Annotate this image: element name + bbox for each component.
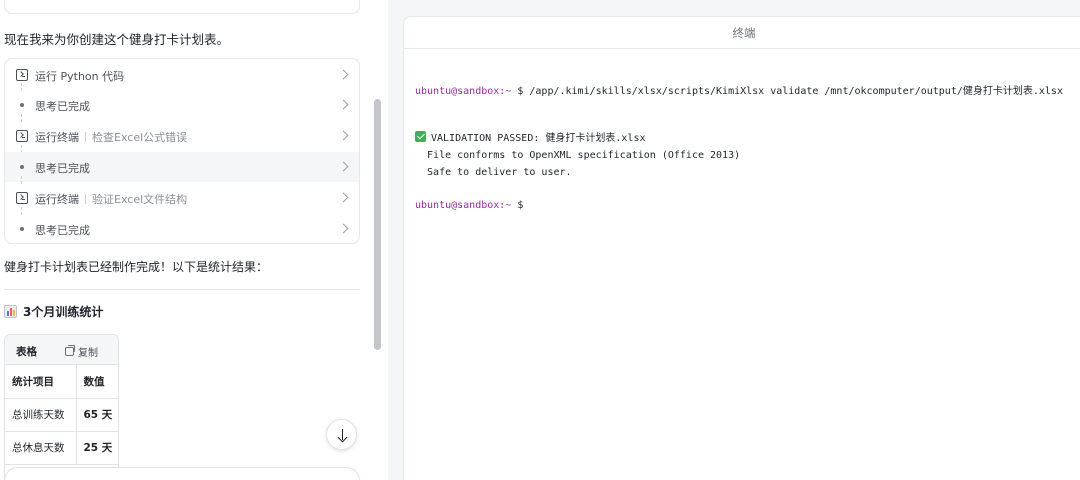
chat-input-box[interactable] [4,467,360,480]
dot-icon [20,103,24,107]
scrollbar-thumb[interactable] [374,99,381,350]
step-label: 思考已完成 [35,100,90,113]
chevron-right-icon [338,99,349,110]
bar-chart-icon [4,305,17,318]
chat-panel: 现在我来为你创建这个健身打卡计划表。 运行 Python 代码 思考已完成 运行… [0,0,388,480]
column-header: 数值 [76,365,118,399]
chevron-right-icon [338,69,349,80]
chevron-right-icon [338,130,349,141]
table-cell: 65 天 [76,398,118,432]
chevron-right-icon [338,161,349,172]
command-text: $ /app/.kimi/skills/xlsx/scripts/KimiXls… [511,86,1063,97]
column-header: 统计项目 [5,365,77,399]
stats-heading: 3个月训练统计 [4,303,103,320]
step-label: 运行 Python 代码 [35,70,125,83]
step-label: 运行终端 [35,131,79,144]
check-icon [415,131,426,142]
table-tab-label: 表格 [16,346,37,358]
step-run-terminal-formula-check[interactable]: 运行终端 检查Excel公式错误 [5,121,359,151]
computer-panel: 终端 ubuntu@sandbox:~ $ /app/.kimi/skills/… [388,0,1080,480]
stats-table: 统计项目 数值 总训练天数 65 天 总休息天数 25 天 [5,365,118,465]
chevron-right-icon [338,192,349,203]
table-row: 总休息天数 25 天 [5,431,118,465]
copy-label: 复制 [78,348,98,359]
output-line: Safe to deliver to user. [415,167,572,178]
step-run-terminal-structure-check[interactable]: 运行终端 验证Excel文件结构 [5,183,359,213]
table-row: 总训练天数 65 天 [5,398,118,432]
copy-button[interactable]: 复制 [65,344,98,359]
previous-step-card[interactable] [4,0,360,14]
chevron-right-icon [338,223,349,234]
step-thinking-done[interactable]: 思考已完成 [5,214,359,244]
terminal-output[interactable]: ubuntu@sandbox:~ $ /app/.kimi/skills/xls… [415,83,1063,214]
table-cell: 25 天 [76,431,118,465]
terminal-title: 终端 [404,17,1080,49]
output-line: VALIDATION PASSED: 健身打卡计划表.xlsx [415,130,1063,147]
command-line: ubuntu@sandbox:~ $ /app/.kimi/skills/xls… [415,83,1063,100]
stats-table-card: 表格 复制 统计项目 数值 总训练天数 65 天 总休息天数 25 天 [4,334,119,480]
copy-icon [65,345,75,356]
prompt-suffix: $ [511,200,524,211]
table-header-row: 统计项目 数值 [5,365,118,399]
stats-title-text: 3个月训练统计 [23,305,104,319]
terminal-icon [16,130,28,142]
step-sublabel: 检查Excel公式错误 [92,131,188,144]
terminal-window: 终端 ubuntu@sandbox:~ $ /app/.kimi/skills/… [403,16,1080,480]
shell-prompt: ubuntu@sandbox:~ [415,86,512,97]
assistant-message-done: 健身打卡计划表已经制作完成！以下是统计结果： [4,260,269,274]
table-cell: 总休息天数 [5,431,77,465]
output-line: File conforms to OpenXML specification (… [415,150,741,161]
dot-icon [20,165,24,169]
step-label: 思考已完成 [35,162,90,175]
shell-prompt: ubuntu@sandbox:~ [415,200,512,211]
terminal-icon [16,192,28,204]
arrow-down-icon [342,429,344,440]
dot-icon [20,227,24,231]
terminal-icon [16,69,28,81]
step-thinking-done[interactable]: 思考已完成 [5,90,359,120]
step-sublabel: 验证Excel文件结构 [92,193,188,206]
table-cell: 总训练天数 [5,398,77,432]
table-header-bar: 表格 复制 [5,335,118,365]
command-line: ubuntu@sandbox:~ $ [415,197,1063,214]
step-label: 思考已完成 [35,224,90,237]
scroll-to-bottom-button[interactable] [326,419,357,450]
assistant-message-intro: 现在我来为你创建这个健身打卡计划表。 [4,32,230,47]
divider [4,289,360,290]
steps-card: 运行 Python 代码 思考已完成 运行终端 检查Excel公式错误 思考已完成… [4,58,360,244]
step-thinking-done[interactable]: 思考已完成 [5,152,359,182]
step-label: 运行终端 [35,193,79,206]
step-run-python[interactable]: 运行 Python 代码 [5,60,359,90]
